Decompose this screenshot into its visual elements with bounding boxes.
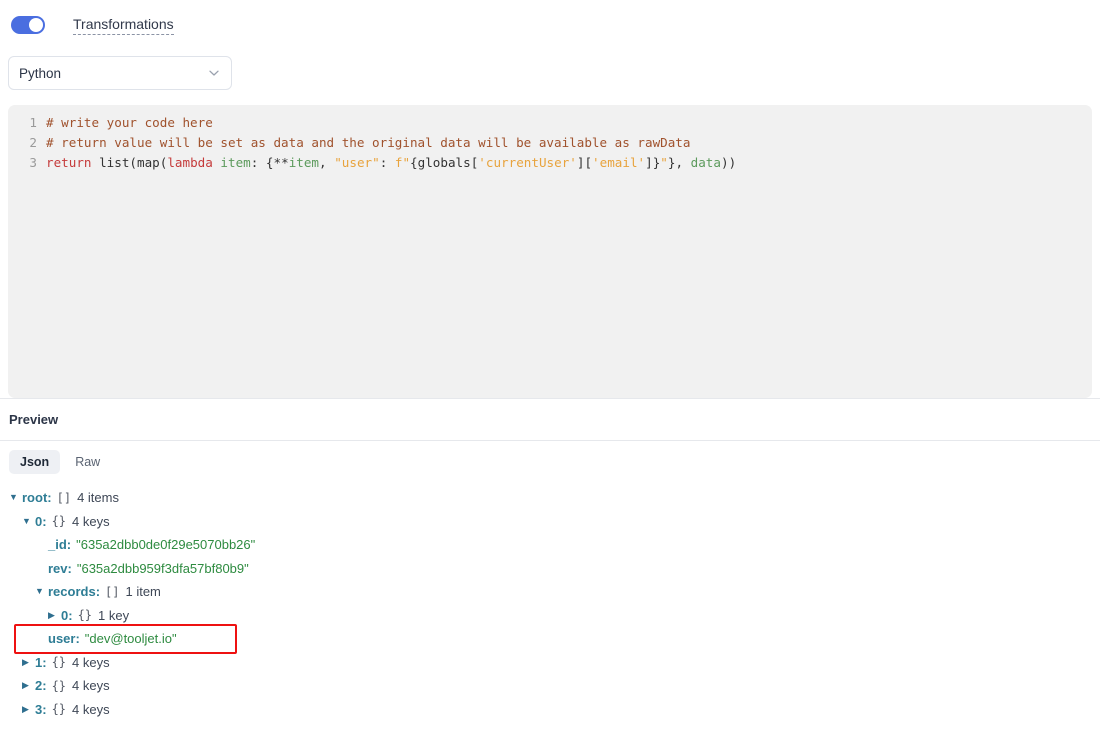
json-count: 4 items: [77, 490, 119, 505]
code-token: ,: [319, 155, 334, 170]
code-token: # write your code here: [46, 115, 213, 130]
preview-title: Preview: [0, 399, 1100, 440]
json-value: "dev@tooljet.io": [85, 631, 177, 646]
json-key: records:: [48, 584, 100, 599]
code-token: : {**: [251, 155, 289, 170]
expand-arrow-icon[interactable]: ▶: [22, 681, 35, 690]
json-count: 1 item: [125, 584, 160, 599]
code-text: # return value will be set as data and t…: [46, 133, 1092, 153]
code-token: ": [660, 155, 668, 170]
tab-json[interactable]: Json: [9, 450, 60, 474]
json-count: 4 keys: [72, 702, 110, 717]
transformations-toggle[interactable]: [11, 16, 45, 34]
line-number: 3: [8, 153, 46, 173]
expand-arrow-icon[interactable]: ▶: [48, 611, 61, 620]
json-type-brace: {}: [52, 514, 66, 528]
json-key: user:: [48, 631, 80, 646]
code-token: data: [691, 155, 721, 170]
code-token: :: [380, 155, 395, 170]
arrow-spacer: [35, 634, 48, 643]
code-token: item: [289, 155, 319, 170]
json-node[interactable]: ▶1: {} 4 keys: [9, 651, 1100, 675]
code-line: 3return list(map(lambda item: {**item, "…: [8, 153, 1092, 173]
json-tree: ▼root:[]4 items▼0:{}4 keys _id:"635a2dbb…: [0, 483, 1100, 721]
collapse-arrow-icon[interactable]: ▼: [22, 517, 35, 526]
code-token: ]}: [645, 155, 660, 170]
collapse-arrow-icon[interactable]: ▼: [9, 493, 22, 502]
preview-tabs: JsonRaw: [0, 441, 1100, 483]
json-type-brace: {}: [52, 679, 66, 693]
code-token: {globals[: [410, 155, 478, 170]
json-value: "635a2dbb0de0f29e5070bb26": [76, 537, 255, 552]
code-token: )): [721, 155, 736, 170]
code-token: 'currentUser': [478, 155, 577, 170]
code-line: 1# write your code here: [8, 113, 1092, 133]
transformations-header: Transformations: [0, 0, 1100, 40]
code-token: lambda: [167, 155, 213, 170]
json-value: "635a2dbb959f3dfa57bf80b9": [77, 561, 249, 576]
code-token: },: [668, 155, 691, 170]
json-key: 0:: [61, 608, 73, 623]
code-text: # write your code here: [46, 113, 1092, 133]
code-token: f": [395, 155, 410, 170]
json-node[interactable]: ▼records: [] 1 item: [9, 580, 1100, 604]
json-key: _id:: [48, 537, 71, 552]
arrow-spacer: [35, 564, 48, 573]
json-count: 4 keys: [72, 655, 110, 670]
language-select[interactable]: Python: [8, 56, 232, 90]
json-count: 1 key: [98, 608, 129, 623]
chevron-down-icon: [207, 66, 221, 80]
json-type-brace: []: [105, 585, 119, 599]
code-token: # return value will be set as data and t…: [46, 135, 690, 150]
json-type-brace: {}: [52, 702, 66, 716]
transformations-label: Transformations: [73, 16, 174, 35]
tab-raw[interactable]: Raw: [64, 450, 111, 474]
json-key: root:: [22, 490, 52, 505]
json-type-brace: []: [57, 491, 71, 505]
json-key: rev:: [48, 561, 72, 576]
code-token: return: [46, 155, 92, 170]
line-number: 2: [8, 133, 46, 153]
json-node[interactable]: ▶3: {} 4 keys: [9, 698, 1100, 722]
code-editor[interactable]: 1# write your code here2# return value w…: [8, 105, 1092, 398]
code-token: list(map(: [92, 155, 168, 170]
code-token: item: [220, 155, 250, 170]
json-count: 4 keys: [72, 678, 110, 693]
collapse-arrow-icon[interactable]: ▼: [35, 587, 48, 596]
line-number: 1: [8, 113, 46, 133]
code-token: ][: [577, 155, 592, 170]
json-type-brace: {}: [78, 608, 92, 622]
expand-arrow-icon[interactable]: ▶: [22, 658, 35, 667]
json-node[interactable]: user: "dev@tooljet.io": [9, 627, 1100, 651]
code-token: "user": [334, 155, 380, 170]
code-line: 2# return value will be set as data and …: [8, 133, 1092, 153]
json-key: 3:: [35, 702, 47, 717]
expand-arrow-icon[interactable]: ▶: [22, 705, 35, 714]
json-count: 4 keys: [72, 514, 110, 529]
json-key: 1:: [35, 655, 47, 670]
code-token: 'email': [592, 155, 645, 170]
json-node[interactable]: ▶0: {} 1 key: [9, 604, 1100, 628]
json-node[interactable]: rev: "635a2dbb959f3dfa57bf80b9": [9, 557, 1100, 581]
json-key: 0:: [35, 514, 47, 529]
arrow-spacer: [35, 540, 48, 549]
toggle-knob: [29, 18, 43, 32]
json-type-brace: {}: [52, 655, 66, 669]
code-text: return list(map(lambda item: {**item, "u…: [46, 153, 1092, 173]
json-node[interactable]: _id: "635a2dbb0de0f29e5070bb26": [9, 533, 1100, 557]
json-node[interactable]: ▼root: [] 4 items: [9, 486, 1100, 510]
json-tree-wrapper: ▼root:[]4 items▼0:{}4 keys _id:"635a2dbb…: [0, 483, 1100, 721]
json-node[interactable]: ▼0: {} 4 keys: [9, 510, 1100, 534]
json-node[interactable]: ▶2: {} 4 keys: [9, 674, 1100, 698]
json-key: 2:: [35, 678, 47, 693]
language-select-value: Python: [19, 66, 207, 81]
